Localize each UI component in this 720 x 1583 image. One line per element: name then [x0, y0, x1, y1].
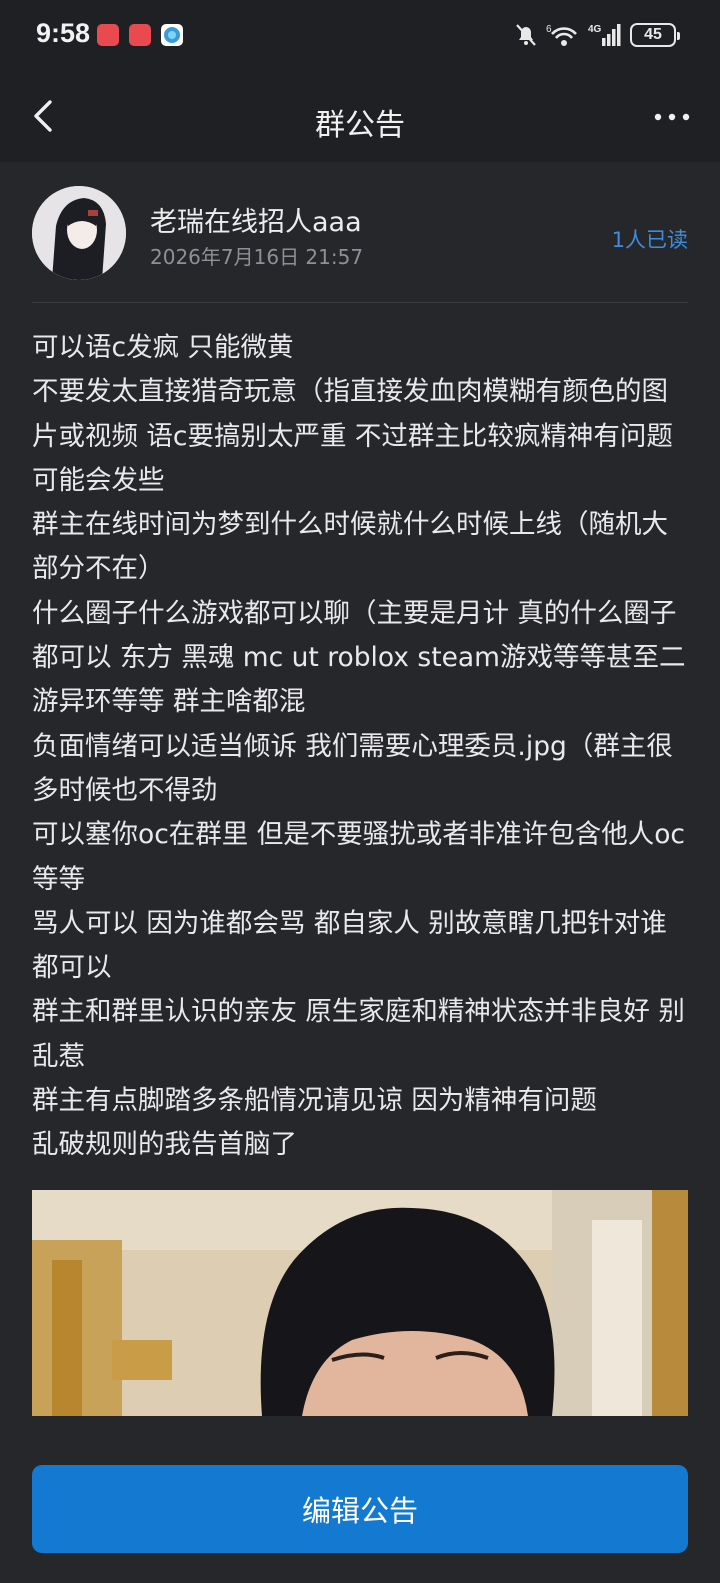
announcement-line: 乱破规则的我告首脑了	[32, 1129, 297, 1161]
announcement-author: 老瑞在线招人aaa 2026年7月16日 21:57 1人已读	[32, 186, 688, 284]
huawei-app-icon	[129, 24, 151, 46]
mute-bell-icon	[516, 24, 536, 46]
edit-announcement-button[interactable]: 编辑公告	[32, 1465, 688, 1553]
more-options-icon[interactable]	[652, 102, 692, 132]
status-bar: 9:58 6 4G 45	[0, 0, 720, 72]
wifi-icon: 6	[546, 24, 577, 46]
avatar[interactable]	[32, 186, 126, 280]
divider	[32, 302, 688, 303]
svg-text:6: 6	[546, 24, 552, 35]
announcement-line: 什么圈子什么游戏都可以聊（主要是月计 真的什么圈子都可以 东方 黑魂 mc ut…	[32, 597, 686, 718]
svg-text:4G: 4G	[588, 24, 602, 35]
announcement-line: 负面情绪可以适当倾诉 我们需要心理委员.jpg（群主很多时候也不得劲	[32, 730, 673, 806]
cellular-signal-icon: 4G	[588, 24, 621, 46]
huawei-app-icon	[97, 24, 119, 46]
nav-bar: 群公告	[0, 72, 720, 162]
page-title: 群公告	[315, 108, 405, 143]
announcement-body: 可以语c发疯 只能微黄 不要发太直接猎奇玩意（指直接发血肉模糊有颜色的图片或视频…	[32, 326, 692, 1168]
announcement-line: 骂人可以 因为谁都会骂 都自家人 别故意瞎几把针对谁都可以	[32, 907, 667, 984]
battery-indicator: 45	[630, 23, 680, 47]
browser-app-icon	[161, 24, 183, 46]
announcement-line: 群主和群里认识的亲友 原生家庭和精神状态并非良好 别乱惹	[32, 996, 685, 1072]
announcement-line: 不要发太直接猎奇玩意（指直接发血肉模糊有颜色的图片或视频 语c要搞别太严重 不过…	[32, 376, 673, 496]
status-icons: 6 4G 45	[514, 20, 680, 50]
announcement-image[interactable]	[32, 1190, 688, 1416]
read-count-link[interactable]: 1人已读	[612, 224, 688, 254]
author-name: 老瑞在线招人aaa	[150, 207, 362, 238]
announcement-line: 可以语c发疯 只能微黄	[32, 332, 294, 363]
post-timestamp: 2026年7月16日 21:57	[150, 245, 364, 269]
announcement-line: 群主在线时间为梦到什么时候就什么时候上线（随机大部分不在）	[32, 509, 668, 585]
announcement-line: 群主有点脚踏多条船情况请见谅 因为精神有问题	[32, 1085, 597, 1117]
announcement-line: 可以塞你oc在群里 但是不要骚扰或者非准许包含他人oc等等	[32, 819, 685, 895]
status-time: 9:58	[36, 18, 91, 48]
